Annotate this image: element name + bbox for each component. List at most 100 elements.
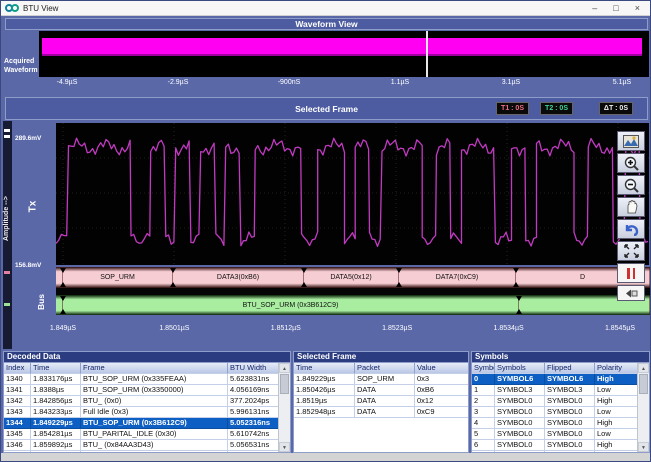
selected-frame-time-axis: 1.849µS1.8501µS1.8512µS1.8523µS1.8534µS1… [56,325,650,336]
table-cell: 0xB6 [415,385,469,396]
undo-icon[interactable] [617,219,645,239]
table-header-row: IndexTimeFrameBTU Width [4,363,280,374]
bus-frame-segment[interactable]: DATA7(0xC9) [399,267,516,288]
table-cell: Low [595,385,638,396]
title-bar: BTU View – □ × [1,1,651,16]
column-header[interactable]: Value [415,363,469,374]
bus-frame-label: BTU_SOP_URM (0x3B612C9) [243,302,339,309]
table-cell: SYMBOL0 [545,429,595,440]
bus-frame-segment[interactable]: SOP_URM [63,267,173,288]
table-row[interactable]: 13461.859892µsBTU_ (0x84AA3D43)5.056531n… [4,440,280,451]
table-cell: 5.056531ns [228,440,280,451]
t2-cursor-readout[interactable]: T2 : 0S [540,102,573,115]
table-row[interactable]: 1.8519µsDATA0x12 [294,396,469,407]
bus-frame-segment[interactable]: DATA3(0xB6) [173,267,304,288]
tx-channel-label: Tx [27,201,38,213]
t1-cursor-readout[interactable]: T1 : 0S [496,102,529,115]
btu-frame-band: BTU_SOP_URM (0x3B612C9) [56,295,650,315]
pan-hand-icon[interactable] [617,197,645,217]
waveform-view-header: Waveform View [5,18,648,30]
table-cell: BTU_SOP_URM (0x3B612C9) [81,418,228,429]
capture-icon[interactable] [617,131,645,151]
fit-screen-icon[interactable] [617,241,645,261]
table-row[interactable]: 6SYMBOL0SYMBOL0High [472,440,638,451]
table-cell: DATA [355,385,415,396]
table-cell: 1.833176µs [31,374,81,385]
bus-channel-label: Bus [36,294,46,310]
column-header[interactable]: Packet [355,363,415,374]
table-row[interactable]: 2SYMBOL0SYMBOL0High [472,396,638,407]
window-bottom-strip [1,453,651,462]
table-row[interactable]: 3SYMBOL0SYMBOL0Low [472,407,638,418]
table-cell: SOP_URM [355,374,415,385]
selected-frame-plot[interactable] [56,123,649,265]
bus-frame-label: D [580,274,585,281]
table-cell: High [595,396,638,407]
table-row[interactable]: 13441.849229µsBTU_SOP_URM (0x3B612C9)5.0… [4,418,280,429]
table-cell: SYMBOL3 [545,385,595,396]
table-cell: SYMBOL3 [495,385,545,396]
column-header[interactable]: Flipped [545,363,595,374]
symbols-scrollbar[interactable]: ▲ ▼ [637,363,649,452]
pause-icon[interactable] [617,263,645,283]
bus-frame-label: DATA3(0xB6) [217,274,259,281]
column-header[interactable]: BTU Width [228,363,280,374]
table-cell: 1.849229µs [294,374,355,385]
zoom-in-icon[interactable] [617,153,645,173]
maximize-button[interactable]: □ [613,1,618,15]
zoom-out-icon[interactable] [617,175,645,195]
time-axis-label: 1.8501µS [159,325,189,332]
column-header[interactable]: Frame [81,363,228,374]
table-cell: High [595,440,638,451]
table-cell: SYMBOL6 [545,374,595,385]
table-row[interactable]: 1.850426µsDATA0xB6 [294,385,469,396]
table-cell: 1.842856µs [31,396,81,407]
table-cell: SYMBOL6 [495,374,545,385]
column-header[interactable]: Symbol [472,363,495,374]
table-row[interactable]: 13451.854281µsBTU_PARITAL_IDLE (0x30)5.6… [4,429,280,440]
table-row[interactable]: 4SYMBOL0SYMBOL0High [472,418,638,429]
table-row[interactable]: 0SYMBOL6SYMBOL6High [472,374,638,385]
bus-frame-segment[interactable]: DATA5(0x12) [304,267,399,288]
table-row[interactable]: 13411.8388µsBTU_SOP_URM (0x3350000)4.056… [4,385,280,396]
acquired-waveform-plot[interactable] [39,31,649,77]
column-header[interactable]: Index [4,363,31,374]
selected-frame-header: Selected Frame T1 : 0S T2 : 0S ΔT : 0S [5,97,648,120]
table-cell: SYMBOL0 [545,407,595,418]
table-row[interactable]: 1SYMBOL3SYMBOL3Low [472,385,638,396]
table-cell: SYMBOL0 [545,396,595,407]
table-cell: 0x12 [415,396,469,407]
table-cell: 5.052316ns [228,418,280,429]
table-cell: SYMBOL0 [545,440,595,451]
bus-frame-label: DATA7(0xC9) [436,274,479,281]
table-cell: 4 [472,418,495,429]
close-button[interactable]: × [635,1,640,15]
hide-icon[interactable] [617,285,645,301]
table-cell: High [595,418,638,429]
column-header[interactable]: Polarity [595,363,638,374]
table-cell: 1343 [4,407,31,418]
table-cell: 0xC9 [415,407,469,418]
table-cell: 1.843233µs [31,407,81,418]
time-axis-label: 1.1µS [391,79,409,86]
column-header[interactable]: Time [294,363,355,374]
table-row[interactable]: 1.852948µsDATA0xC9 [294,407,469,418]
decoded-data-scrollbar[interactable]: ▲ ▼ [278,363,290,452]
table-cell: Low [595,407,638,418]
table-row[interactable]: 13401.833176µsBTU_SOP_URM (0x335FEAA)5.6… [4,374,280,385]
table-row[interactable]: 5SYMBOL0SYMBOL0Low [472,429,638,440]
bus-frame-segment[interactable]: BTU_SOP_URM (0x3B612C9) [63,295,519,315]
column-header[interactable]: Symbols [495,363,545,374]
waveform-cursor[interactable] [426,31,428,77]
table-cell: 1340 [4,374,31,385]
table-row[interactable]: 1.849229µsSOP_URM0x3 [294,374,469,385]
table-cell: BTU_SOP_URM (0x3350000) [81,385,228,396]
table-row[interactable]: 13431.843233µsFull Idle (0x3)5.996131ns [4,407,280,418]
acquired-time-axis: -4.9µS-2.9µS-900nS1.1µS3.1µS5.1µS [39,79,649,90]
table-cell: 0 [472,374,495,385]
table-row[interactable]: 13421.842856µsBTU_ (0x0)377.2024ps [4,396,280,407]
column-header[interactable]: Time [31,363,81,374]
minimize-button[interactable]: – [592,1,597,15]
time-axis-label: 1.8512µS [271,325,301,332]
table-cell: 1.8388µs [31,385,81,396]
